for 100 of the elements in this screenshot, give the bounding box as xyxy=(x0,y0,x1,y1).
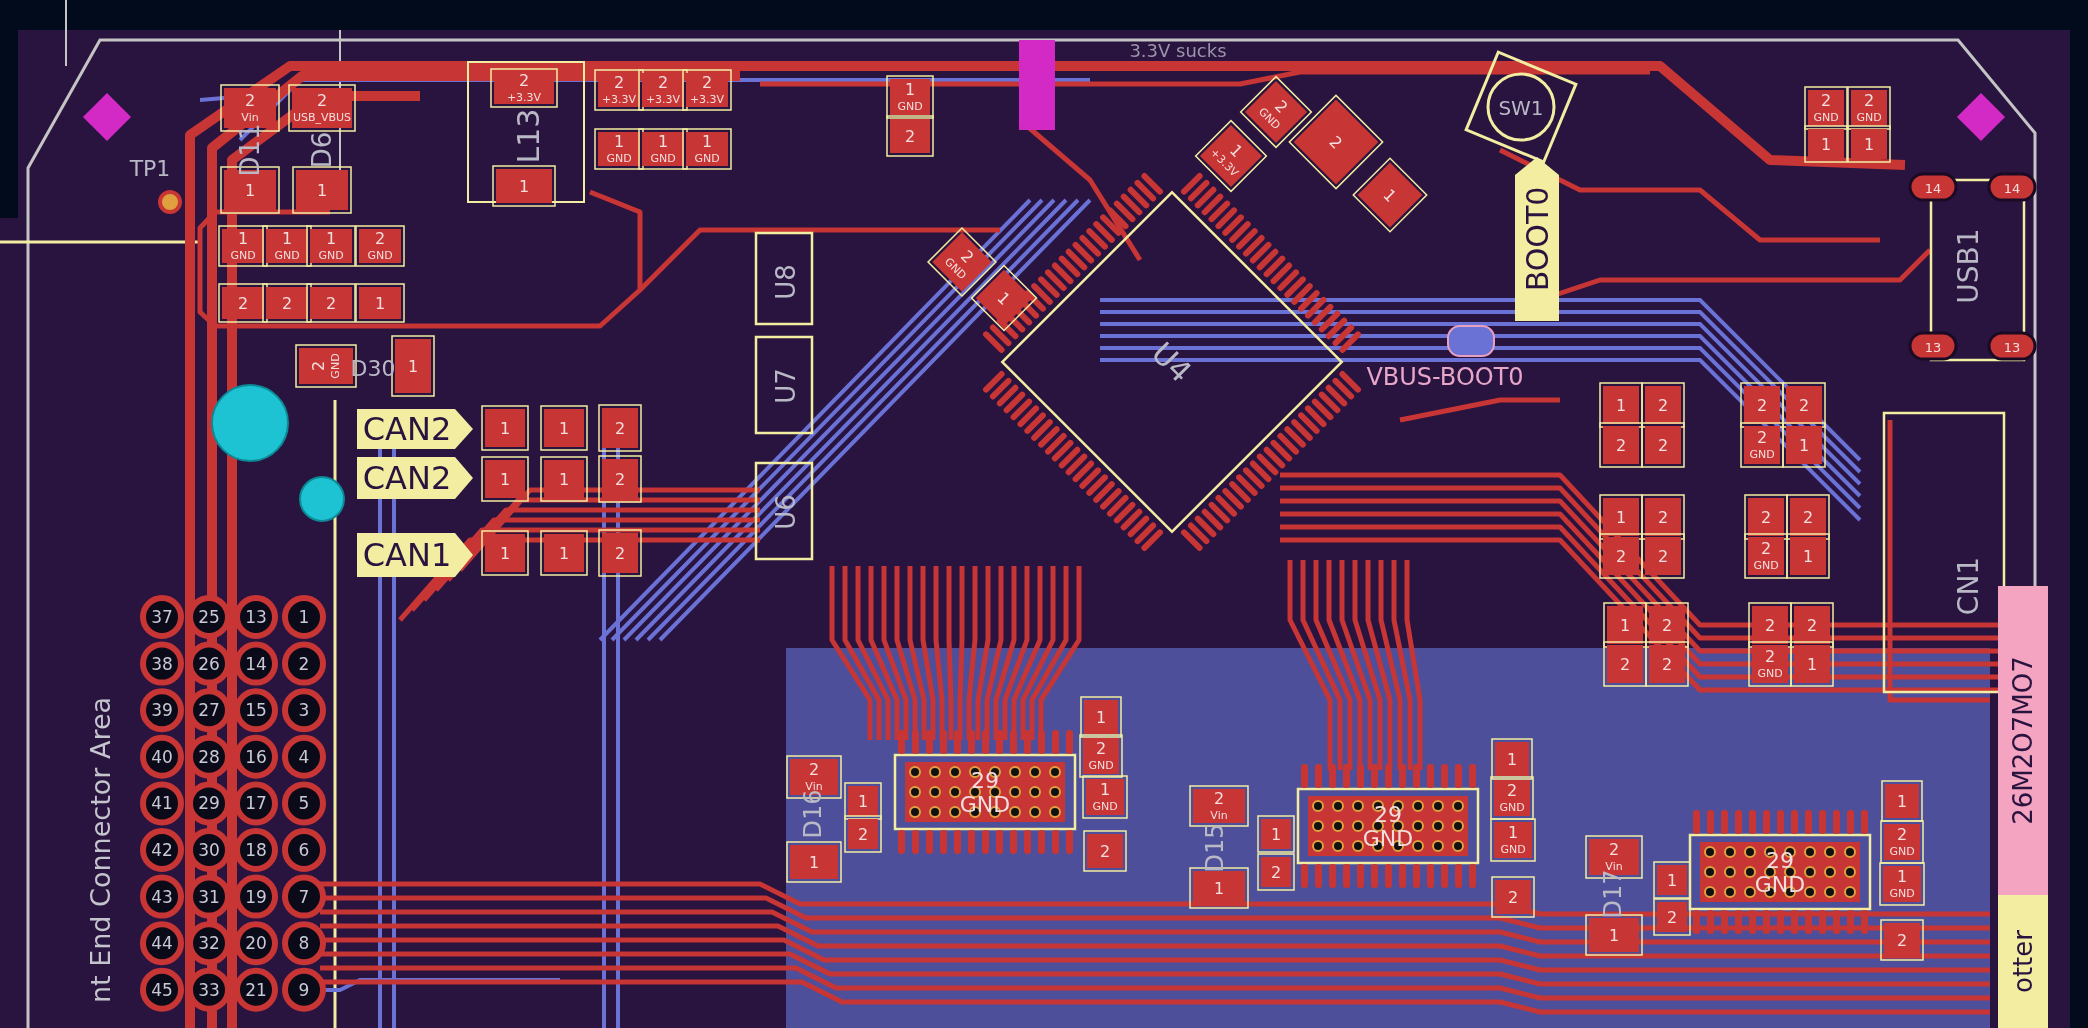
smd-pad: 2 xyxy=(1257,853,1295,891)
smd-pad: 2 USB_VBUS xyxy=(288,84,356,132)
smd-pad: 1 xyxy=(1847,125,1891,163)
smd-pad: 1 xyxy=(1599,382,1643,428)
smd-pad: 1 xyxy=(1786,533,1830,579)
connector-pin: 5 xyxy=(282,781,326,826)
smd-pad: 2 GND xyxy=(1079,734,1123,778)
net-flag: BOOT0 xyxy=(1515,157,1559,321)
smd-pad: 14 xyxy=(1908,172,1958,202)
reference-label: U7 xyxy=(771,368,802,404)
connector-pin: 9 xyxy=(282,967,326,1012)
smd-pad: 1 xyxy=(481,530,529,576)
smd-pad: 1 GND xyxy=(886,75,934,119)
reference-label: U6 xyxy=(771,494,802,530)
reference-label: D16 xyxy=(798,789,827,839)
smd-pad: 1 GND xyxy=(638,128,688,170)
smd-pad: 14 xyxy=(1987,172,2037,202)
smd-pad: 1 GND xyxy=(306,225,356,267)
connector-pin: 38 xyxy=(140,641,184,686)
smd-pad: 1 GND xyxy=(682,128,732,170)
smd-pad: 1 GND xyxy=(594,128,644,170)
connector-pin: 40 xyxy=(140,734,184,779)
smd-pad: 2 xyxy=(1603,641,1647,687)
smd-pad: 1 xyxy=(292,166,352,214)
connector-pin: 37 xyxy=(140,595,184,639)
smd-pad: 2 xyxy=(1641,533,1685,579)
reference-label: SW1 xyxy=(1498,96,1544,121)
smd-pad: 2 xyxy=(1653,898,1691,936)
smd-pad: 2 xyxy=(1748,602,1792,648)
smd-pad: 1 xyxy=(481,456,529,502)
connector-pin: 7 xyxy=(282,874,326,919)
smd-pad: 1 xyxy=(540,530,588,576)
connector-pin: 16 xyxy=(234,734,278,779)
connector-pin: 39 xyxy=(140,688,184,733)
smd-pad: 1 xyxy=(492,165,556,207)
reference-label: L13 xyxy=(510,108,546,164)
connector-pin: 42 xyxy=(140,828,184,872)
smd-pad: 2 xyxy=(1641,382,1685,428)
smd-pad: 1 xyxy=(355,283,405,323)
connector-pin: 14 xyxy=(234,641,278,686)
reference-label: TP1 xyxy=(129,155,171,181)
connector-pin: 41 xyxy=(140,781,184,826)
smd-pad: 1 xyxy=(1603,602,1647,648)
smd-pad: 1 xyxy=(1881,780,1923,822)
smd-pad: 2 xyxy=(1744,494,1788,540)
connector-pin: 19 xyxy=(234,874,278,919)
smd-pad: 13 xyxy=(1908,331,1958,361)
silkscreen-comment: 3.3V sucks xyxy=(1129,40,1227,61)
smd-pad: 2 xyxy=(1782,382,1826,428)
smd-pad: 1 xyxy=(1491,738,1533,780)
smd-pad: 2 xyxy=(1641,422,1685,468)
smd-pad: 2 xyxy=(598,404,642,452)
reference-label: U4 xyxy=(1144,335,1199,390)
connector-pin: 44 xyxy=(140,921,184,966)
smd-pad: 2 xyxy=(886,115,934,157)
connector-pin: 20 xyxy=(234,921,278,966)
area-label: nt End Connector Area xyxy=(85,696,116,1004)
reference-label: D6 xyxy=(307,131,338,169)
smd-pad: 1 xyxy=(540,456,588,502)
smd-pad: 1 xyxy=(1790,641,1834,687)
test-point xyxy=(158,190,182,214)
connector-pin: 13 xyxy=(234,595,278,639)
smd-pad: 2 xyxy=(1288,94,1384,190)
connector-pin: 43 xyxy=(140,874,184,919)
smd-pad: 1 xyxy=(1189,867,1249,909)
reference-label: USB1 xyxy=(1952,228,1986,304)
smd-pad: 1 GND xyxy=(218,225,268,267)
connector-pin: 18 xyxy=(234,828,278,872)
smd-pad: 1 GND xyxy=(262,225,312,267)
smd-pad: 2 xyxy=(1491,876,1535,918)
smd-pad: 2 GND xyxy=(1847,86,1891,130)
smd-pad: 2 xyxy=(844,815,882,853)
smd-pad: 2 xyxy=(1645,602,1689,648)
connector-pin: 2 xyxy=(282,641,326,686)
back-pad xyxy=(1447,325,1495,357)
net-flag: CAN2 xyxy=(357,409,473,449)
smd-pad: 2 +3.3V xyxy=(490,68,558,108)
smd-pad: 1 xyxy=(1080,696,1122,738)
connector-pin: 17 xyxy=(234,781,278,826)
smd-pad: 2 xyxy=(1880,919,1924,961)
smd-pad: 2 GND xyxy=(1748,641,1792,687)
smd-pad: 2 xyxy=(598,529,642,577)
connector-pin: 3 xyxy=(282,688,326,733)
smd-pad: 1 xyxy=(786,841,842,883)
smd-pad: 1 GND xyxy=(1490,818,1536,862)
connector-footprint: 29 GND xyxy=(1688,810,1872,934)
smd-pad: 2 Vin xyxy=(1189,785,1249,827)
connector-pin: 1 xyxy=(282,595,326,639)
smd-pad: 2 GND xyxy=(1744,533,1788,579)
smd-pad: 1 xyxy=(1599,494,1643,540)
reference-label: CN1 xyxy=(1952,556,1986,616)
edge-text-banner: 26M2O7MO7 xyxy=(1998,586,2048,895)
smd-pad: 2 xyxy=(262,283,312,323)
smd-pad: 2 xyxy=(1645,641,1689,687)
smd-pad: 2 xyxy=(598,455,642,503)
connector-pin: 4 xyxy=(282,734,326,779)
smd-pad: 2 xyxy=(1786,494,1830,540)
smd-pad: 1 xyxy=(481,405,529,451)
smd-pad: 2 xyxy=(1599,533,1643,579)
smd-pad: 1 GND xyxy=(1082,775,1128,819)
